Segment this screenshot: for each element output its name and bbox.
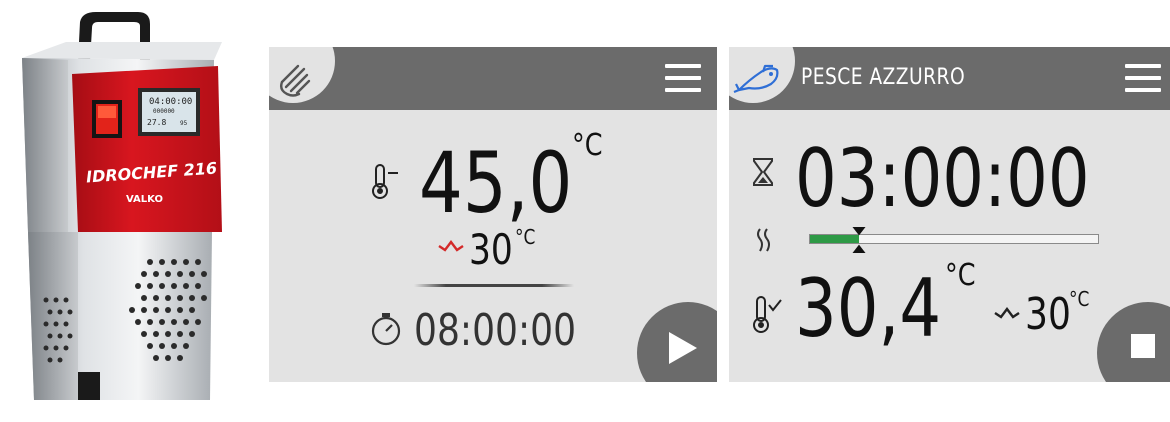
remaining-time: 03:00:00 xyxy=(795,132,1090,225)
setpoint-temperature: 30 xyxy=(1025,289,1071,340)
heating-wave-icon xyxy=(438,240,464,252)
hand-icon xyxy=(279,64,311,97)
setpoint-temperature: 30 xyxy=(469,225,513,274)
stopwatch-icon xyxy=(371,313,401,346)
fish-icon xyxy=(733,64,779,94)
manual-mode-screen: 45,0 °C 30 °C 08:00:00 xyxy=(269,47,717,382)
timer-display: 08:00:00 xyxy=(414,305,577,356)
play-button[interactable] xyxy=(637,302,717,382)
device-lcd-time: 04:00:00 xyxy=(149,97,193,107)
separator xyxy=(414,284,574,287)
heating-wave-icon xyxy=(994,307,1020,319)
thermometer-decrease-icon xyxy=(372,164,398,199)
device-photo: 04:00:00 000000 27.8 95 IDROCHEF 216 VAL… xyxy=(0,0,250,422)
setpoint-unit: °C xyxy=(515,225,536,249)
progress-marker-icon xyxy=(852,227,866,253)
cooking-progress-bar xyxy=(809,227,1099,253)
current-temperature: 30,4 xyxy=(795,262,942,355)
current-temperature-unit: °C xyxy=(945,258,976,293)
stop-button[interactable] xyxy=(1097,302,1170,382)
temperature-unit: °C xyxy=(572,128,603,163)
program-name: PESCE AZZURRO xyxy=(801,65,966,90)
device-brand: VALKO xyxy=(126,194,163,205)
device-lcd-temp: 27.8 xyxy=(147,118,167,127)
steam-icon xyxy=(757,228,770,252)
program-screen: PESCE AZZURRO 03:00:00 30,4 °C 30 °C xyxy=(729,47,1170,382)
menu-icon[interactable] xyxy=(1125,64,1161,94)
device-lcd-set: 95 xyxy=(180,120,188,127)
menu-icon[interactable] xyxy=(665,64,701,94)
thermometer-check-icon xyxy=(753,296,782,333)
hourglass-icon xyxy=(753,158,773,186)
setpoint-unit: °C xyxy=(1069,287,1090,311)
current-temperature: 45,0 xyxy=(419,134,573,232)
top-bar xyxy=(269,47,717,110)
sous-vide-device-illustration xyxy=(22,12,222,400)
device-lcd-small: 000000 xyxy=(153,108,175,115)
stop-icon xyxy=(1131,334,1155,358)
play-icon xyxy=(669,332,697,364)
